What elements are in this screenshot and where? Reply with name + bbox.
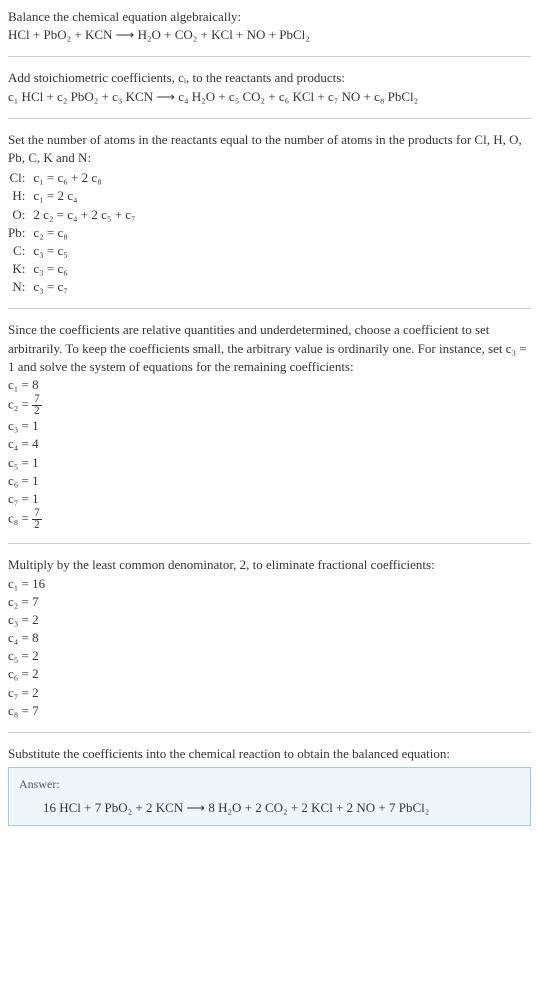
- atoms-intro: Set the number of atoms in the reactants…: [8, 131, 531, 167]
- coef-row: c₆ = 2: [8, 665, 531, 683]
- coef-row: c₅ = 1: [8, 454, 531, 472]
- coef-row: c₇ = 2: [8, 684, 531, 702]
- equation-cell: c₁ = 2 c₄: [33, 187, 141, 205]
- answer-box: Answer: 16 HCl + 7 PbO₂ + 2 KCN ⟶ 8 H₂O …: [8, 767, 531, 826]
- answer-label: Answer:: [19, 776, 520, 793]
- fraction: 72: [32, 508, 42, 531]
- divider: [8, 118, 531, 119]
- divider: [8, 732, 531, 733]
- lcd-section: Multiply by the least common denominator…: [8, 556, 531, 720]
- coefficient-list-1: c₁ = 8 c₂ = 72 c₃ = 1 c₄ = 4 c₅ = 1 c₆ =…: [8, 376, 531, 531]
- equation-cell: c₃ = c₆: [33, 260, 141, 278]
- coef-row: c₁ = 16: [8, 575, 531, 593]
- equation-cell: c₂ = c₈: [33, 224, 141, 242]
- stoich-section: Add stoichiometric coefficients, cᵢ, to …: [8, 69, 531, 105]
- substitute-section: Substitute the coefficients into the che…: [8, 745, 531, 826]
- fraction: 72: [32, 394, 42, 417]
- coef-row: c₇ = 1: [8, 490, 531, 508]
- coef-row: c₈ = 7: [8, 702, 531, 720]
- title: Balance the chemical equation algebraica…: [8, 8, 531, 26]
- coef-row: c₂ = 72: [8, 394, 531, 417]
- element-cell: H:: [8, 187, 33, 205]
- coef-row: c₄ = 4: [8, 435, 531, 453]
- element-cell: Pb:: [8, 224, 33, 242]
- coef-row: c₃ = 1: [8, 417, 531, 435]
- stoich-intro: Add stoichiometric coefficients, cᵢ, to …: [8, 69, 531, 87]
- unbalanced-equation: HCl + PbO₂ + KCN ⟶ H₂O + CO₂ + KCl + NO …: [8, 26, 531, 44]
- table-row: C:c₃ = c₅: [8, 242, 142, 260]
- element-cell: C:: [8, 242, 33, 260]
- element-cell: O:: [8, 206, 33, 224]
- equation-cell: c₃ = c₇: [33, 278, 141, 296]
- table-row: Pb:c₂ = c₈: [8, 224, 142, 242]
- atoms-section: Set the number of atoms in the reactants…: [8, 131, 531, 297]
- coef-row: c₄ = 8: [8, 629, 531, 647]
- coef-row: c₁ = 8: [8, 376, 531, 394]
- element-cell: K:: [8, 260, 33, 278]
- coef-row: c₆ = 1: [8, 472, 531, 490]
- coef-row: c₃ = 2: [8, 611, 531, 629]
- table-row: H:c₁ = 2 c₄: [8, 187, 142, 205]
- divider: [8, 308, 531, 309]
- coef-row: c₅ = 2: [8, 647, 531, 665]
- element-cell: Cl:: [8, 169, 33, 187]
- table-row: Cl:c₁ = c₆ + 2 c₈: [8, 169, 142, 187]
- equation-cell: 2 c₂ = c₄ + 2 c₅ + c₇: [33, 206, 141, 224]
- element-cell: N:: [8, 278, 33, 296]
- divider: [8, 543, 531, 544]
- equation-cell: c₃ = c₅: [33, 242, 141, 260]
- stoich-equation: c₁ HCl + c₂ PbO₂ + c₃ KCN ⟶ c₄ H₂O + c₅ …: [8, 88, 531, 106]
- equation-cell: c₁ = c₆ + 2 c₈: [33, 169, 141, 187]
- table-row: O:2 c₂ = c₄ + 2 c₅ + c₇: [8, 206, 142, 224]
- underdet-text: Since the coefficients are relative quan…: [8, 321, 531, 376]
- coef-row: c₈ = 72: [8, 508, 531, 531]
- underdetermined-section: Since the coefficients are relative quan…: [8, 321, 531, 531]
- balanced-equation: 16 HCl + 7 PbO₂ + 2 KCN ⟶ 8 H₂O + 2 CO₂ …: [19, 799, 520, 817]
- coefficient-list-2: c₁ = 16 c₂ = 7 c₃ = 2 c₄ = 8 c₅ = 2 c₆ =…: [8, 575, 531, 721]
- table-row: N:c₃ = c₇: [8, 278, 142, 296]
- lcd-intro: Multiply by the least common denominator…: [8, 556, 531, 574]
- atom-equations-table: Cl:c₁ = c₆ + 2 c₈ H:c₁ = 2 c₄ O:2 c₂ = c…: [8, 169, 142, 296]
- divider: [8, 56, 531, 57]
- subst-intro: Substitute the coefficients into the che…: [8, 745, 531, 763]
- problem-statement: Balance the chemical equation algebraica…: [8, 8, 531, 44]
- table-row: K:c₃ = c₆: [8, 260, 142, 278]
- coef-row: c₂ = 7: [8, 593, 531, 611]
